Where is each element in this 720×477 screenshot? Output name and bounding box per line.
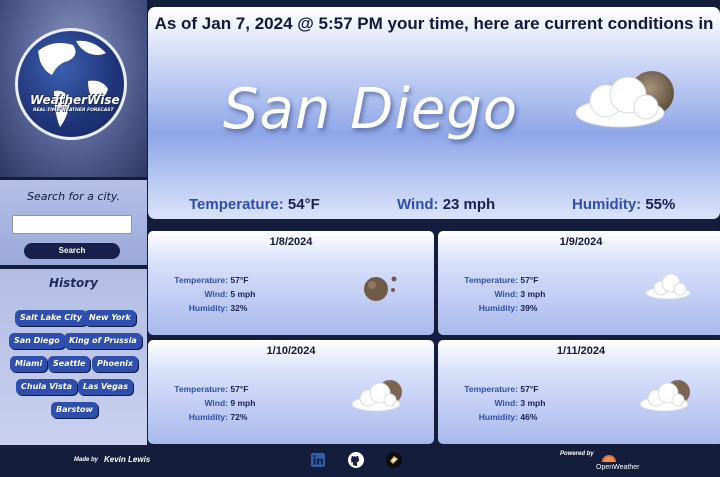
history-city-button[interactable]: Phoenix (92, 356, 139, 372)
logo-tagline: REAL-TIME WEATHER FORECAST (33, 108, 114, 113)
history-city-button[interactable]: San Diego (9, 333, 65, 349)
history-city-button[interactable]: New York (84, 310, 136, 326)
current-headline: As of Jan 7, 2024 @ 5:57 PM your time, h… (154, 14, 714, 33)
powered-by-label: Powered by (560, 451, 594, 457)
author-name: Kevin Lewis (104, 455, 151, 464)
logo-brand: WeatherWise (30, 93, 120, 107)
forecast-card: 1/11/2024 Temperature: 57°F Wind: 3 mph … (438, 340, 720, 444)
current-conditions-panel: As of Jan 7, 2024 @ 5:57 PM your time, h… (148, 7, 720, 219)
made-by-label: Made by (74, 457, 99, 463)
forecast-temp: Temperature: 57°F (464, 384, 539, 394)
footer: Made by Kevin Lewis Powered by OpenWeath… (0, 445, 720, 477)
forecast-wind: Wind: 3 mph (494, 289, 546, 299)
forecast-wind: Wind: 9 mph (204, 398, 256, 408)
night-partly-cloudy-icon (351, 380, 402, 412)
forecast-humidity: Humidity: 46% (478, 412, 538, 422)
forecast-date: 1/8/2024 (269, 236, 313, 248)
forecast-date: 1/10/2024 (266, 345, 316, 357)
cloud-icon (645, 273, 691, 300)
history-panel: History Salt Lake City New York San Dieg… (0, 269, 147, 445)
forecast-wind: Wind: 3 mph (494, 398, 546, 408)
history-city-button[interactable]: Las Vegas (78, 379, 133, 395)
github-icon[interactable] (348, 452, 364, 468)
history-city-button[interactable]: Salt Lake City (15, 310, 87, 326)
search-label: Search for a city. (27, 190, 120, 203)
logo-panel: WeatherWise REAL-TIME WEATHER FORECAST (0, 0, 147, 177)
current-temperature: Temperature: 54°F (189, 196, 320, 213)
night-partly-cloudy-icon (639, 380, 690, 412)
history-city-button[interactable]: Barstow (51, 402, 98, 418)
search-button[interactable]: Search (24, 243, 120, 259)
forecast-temp: Temperature: 57°F (174, 384, 249, 394)
forecast-temp: Temperature: 57°F (464, 275, 539, 285)
openweather-logo-icon (602, 455, 616, 462)
forecast-humidity: Humidity: 72% (188, 412, 248, 422)
city-name: San Diego (223, 77, 519, 142)
forecast-card: 1/10/2024 Temperature: 57°F Wind: 9 mph … (148, 340, 434, 444)
current-humidity: Humidity: 55% (572, 196, 676, 213)
current-wind: Wind: 23 mph (397, 196, 496, 213)
forecast-humidity: Humidity: 39% (478, 303, 538, 313)
forecast-date: 1/11/2024 (556, 345, 606, 357)
linkedin-icon[interactable] (311, 453, 325, 467)
history-title: History (48, 276, 99, 290)
search-input[interactable] (12, 215, 132, 234)
globe-logo (15, 28, 127, 140)
history-city-button[interactable]: Miami (10, 356, 48, 372)
history-city-button[interactable]: King of Prussia (64, 333, 142, 349)
forecast-humidity: Humidity: 32% (188, 303, 248, 313)
history-city-button[interactable]: Seattle (48, 356, 91, 372)
forecast-wind: Wind: 5 mph (204, 289, 256, 299)
openweather-link[interactable]: OpenWeather (596, 464, 639, 471)
night-partly-cloudy-icon (575, 71, 674, 128)
forecast-date: 1/9/2024 (559, 236, 603, 248)
forecast-temp: Temperature: 57°F (174, 275, 249, 285)
night-clear-icon (364, 276, 397, 301)
portfolio-icon[interactable] (386, 452, 402, 468)
history-city-button[interactable]: Chula Vista (16, 379, 77, 395)
forecast-card: 1/8/2024 Temperature: 57°F Wind: 5 mph H… (148, 231, 434, 335)
forecast-card: 1/9/2024 Temperature: 57°F Wind: 3 mph H… (438, 231, 720, 335)
